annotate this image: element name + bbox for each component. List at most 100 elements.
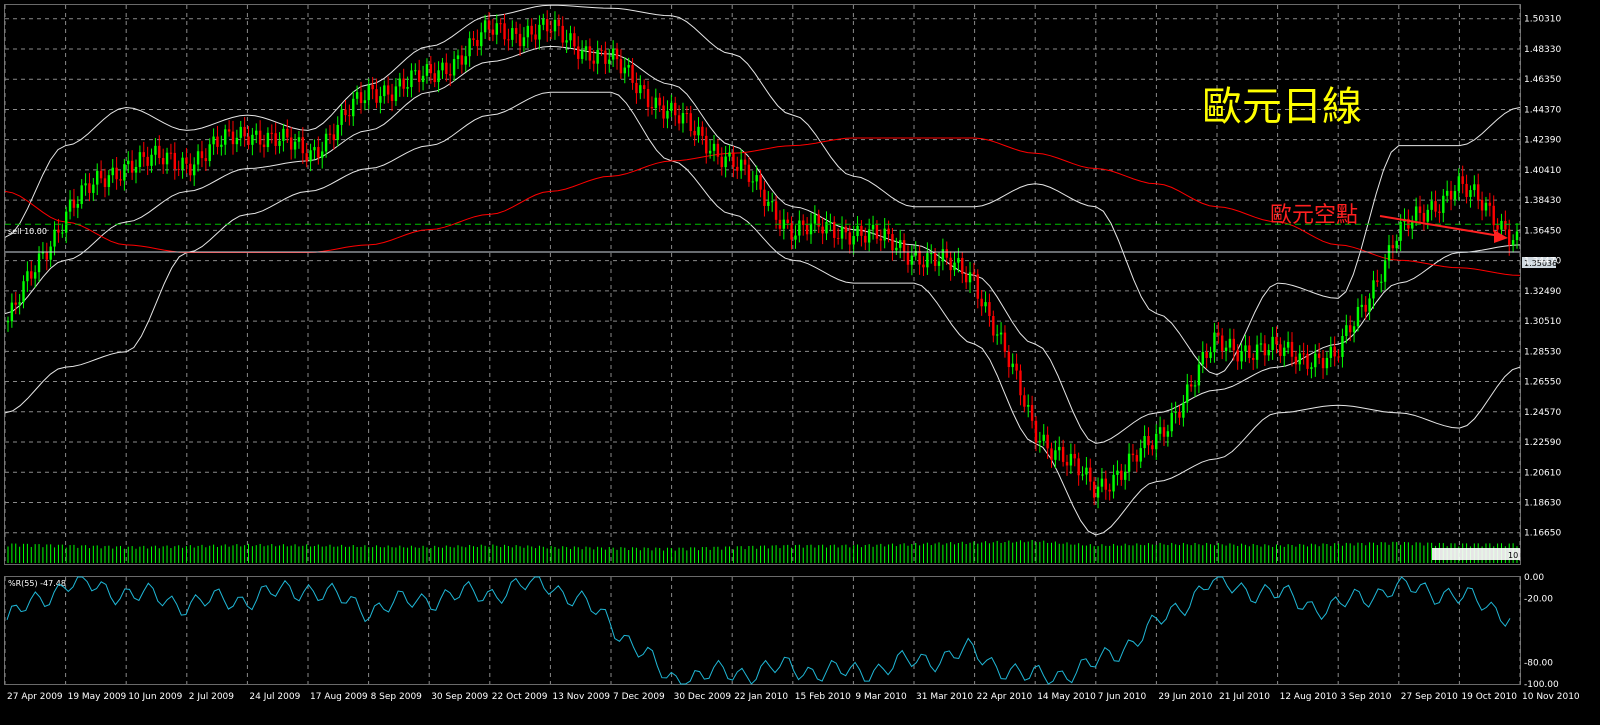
candle-body (790, 223, 793, 240)
candle-body (499, 23, 502, 25)
candle-body (421, 75, 425, 82)
candle-body (1092, 481, 1096, 498)
candle-body (1170, 412, 1173, 432)
indicator-tick-label: -100.00 (1524, 680, 1559, 690)
candle-body (410, 70, 413, 88)
candle-body (414, 70, 417, 72)
candle-body (611, 48, 615, 60)
candle-body (1116, 470, 1119, 475)
candle-body (1197, 364, 1201, 386)
candle-body (429, 64, 433, 74)
candle-body (972, 272, 976, 275)
date-tick-label: 19 Oct 2010 (1461, 692, 1517, 702)
candle-body (794, 235, 797, 240)
candle-body (324, 133, 328, 152)
candle-body (6, 321, 10, 323)
candle-body (165, 152, 169, 165)
candle-body (394, 86, 398, 101)
candle-body (569, 33, 572, 41)
candle-body (37, 253, 41, 273)
candle-body (984, 302, 987, 307)
price-tick-label: 1.36450 (1524, 226, 1561, 236)
date-tick-label: 27 Sep 2010 (1401, 692, 1458, 702)
candle-body (534, 34, 537, 40)
candle-body (743, 159, 747, 165)
candle-body (239, 126, 242, 138)
candle-body (879, 238, 883, 241)
candle-body (255, 130, 258, 135)
candle-body (957, 258, 960, 263)
candle-body (99, 170, 103, 179)
candle-body (417, 70, 421, 82)
candle-body (1255, 344, 1259, 360)
candle-body (49, 246, 52, 260)
candle-body (1263, 343, 1267, 356)
price-chart[interactable]: sell 10.00 1.35036 1.503101.483301.46350… (0, 0, 1600, 725)
candle-body (1418, 206, 1422, 213)
candle-body (1302, 353, 1305, 355)
candle-body (949, 257, 952, 271)
candle-body (297, 137, 301, 142)
candle-body (212, 136, 215, 145)
candle-body (64, 211, 68, 233)
price-tick-label: 1.18630 (1524, 498, 1561, 508)
candle-body (328, 133, 332, 135)
candle-body (1232, 338, 1236, 351)
candle-body (600, 49, 603, 51)
candle-body (968, 272, 972, 283)
candle-body (363, 100, 367, 104)
candle-body (926, 253, 929, 268)
candle-body (1193, 385, 1197, 387)
candle-body (964, 273, 968, 283)
candle-body (1162, 427, 1166, 437)
candle-body (10, 302, 14, 322)
candle-body (150, 154, 153, 166)
candle-body (546, 18, 549, 32)
candle-body (72, 199, 76, 208)
candle-body (1473, 184, 1476, 191)
candle-body (712, 143, 716, 151)
candle-body (313, 147, 316, 151)
candle-body (747, 164, 751, 182)
candle-body (848, 232, 851, 245)
candle-body (604, 50, 607, 64)
date-tick-label: 10 Nov 2010 (1522, 692, 1580, 702)
candle-body (677, 115, 681, 124)
candle-body (309, 150, 312, 162)
candle-body (173, 152, 177, 169)
candle-body (1395, 240, 1398, 249)
candle-body (813, 214, 817, 224)
candle-body (1108, 489, 1111, 492)
candle-body (189, 163, 192, 176)
candle-body (1504, 220, 1507, 230)
candle-body (348, 115, 351, 117)
candle-body (1058, 446, 1061, 451)
candle-body (45, 252, 48, 260)
candle-body (557, 19, 561, 26)
candle-body (511, 28, 514, 40)
candle-body (1174, 411, 1177, 413)
price-tick-label: 1.44370 (1524, 105, 1561, 115)
candle-body (282, 128, 285, 141)
date-tick-label: 14 May 2010 (1037, 692, 1096, 702)
candle-body (961, 258, 964, 274)
candle-body (941, 249, 945, 262)
candle-body (33, 272, 37, 279)
candle-body (1224, 347, 1228, 351)
candle-body (1155, 433, 1158, 450)
candle-body (216, 136, 219, 147)
indicator-tick-label: -20.00 (1524, 594, 1553, 604)
candle-body (1317, 353, 1321, 358)
candle-body (693, 130, 696, 136)
price-tick-label: 1.30510 (1524, 317, 1561, 327)
candle-body (449, 74, 452, 76)
candle-body (1178, 411, 1181, 418)
candle-body (1131, 453, 1135, 456)
candle-body (1061, 446, 1065, 462)
candle-body (1077, 458, 1080, 476)
candle-body (774, 201, 778, 220)
candle-body (1139, 448, 1142, 462)
candle-body (1333, 346, 1336, 357)
candle-body (615, 48, 619, 60)
candle-body (918, 250, 921, 265)
